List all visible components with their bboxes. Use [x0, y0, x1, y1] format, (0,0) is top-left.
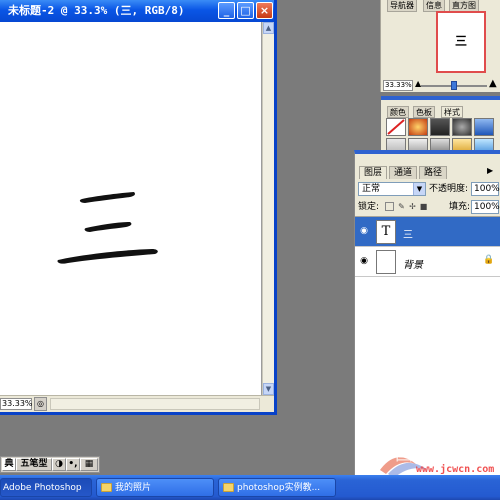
blend-mode-value: 正常 [362, 184, 381, 194]
taskbar-label: photoshop实例教... [237, 483, 321, 493]
punctuation-icon[interactable]: •, [66, 458, 80, 471]
navigator-panel: 导航器 信息 直方图 三 33.33% ▲ ▲ [380, 0, 500, 92]
layer-row-text[interactable]: ◉ T 三 [355, 217, 500, 247]
layer-name: 背景 [403, 260, 423, 271]
tab-channels[interactable]: 通道 [389, 166, 418, 179]
taskbar-photoshop[interactable]: Adobe Photoshop [0, 478, 92, 497]
lock-move-icon[interactable]: ✢ [408, 202, 417, 211]
taskbar-label: 我的照片 [115, 483, 152, 493]
lock-icon: 🔒 [483, 255, 495, 265]
ime-mode-label[interactable]: 五笔型 [16, 458, 52, 471]
style-swatch-icon[interactable] [408, 118, 428, 136]
blend-mode-select[interactable]: 正常 ▼ [358, 182, 426, 196]
eye-icon[interactable]: ◉ [358, 226, 370, 236]
calligraphy-character [57, 192, 158, 264]
tab-styles[interactable]: 样式 [441, 106, 463, 118]
lock-all-icon[interactable]: ■ [419, 202, 428, 211]
canvas[interactable]: 三 [0, 22, 262, 395]
lock-transparent-icon[interactable] [385, 202, 394, 211]
tab-color[interactable]: 颜色 [387, 106, 409, 118]
chevron-down-icon[interactable]: ▼ [413, 183, 425, 195]
folder-icon [223, 483, 234, 492]
tab-swatches[interactable]: 色板 [413, 106, 435, 118]
vertical-scrollbar[interactable]: ▲ ▼ [262, 22, 274, 395]
lock-label: 锁定: [358, 202, 380, 212]
close-button[interactable]: × [256, 2, 273, 19]
navigator-preview[interactable]: 三 [436, 11, 486, 73]
moon-icon[interactable]: ◑ [52, 458, 66, 471]
layer-row-background[interactable]: ◉ 背景 🔒 [355, 247, 500, 277]
fill-field[interactable]: 100% [471, 200, 500, 214]
style-swatch-icon[interactable] [430, 118, 450, 136]
background-layer-thumb [376, 250, 396, 274]
fill-label: 填充: [449, 202, 471, 212]
taskbar-photoshop-tutorial[interactable]: photoshop实例教... [218, 478, 336, 497]
scroll-down-icon[interactable]: ▼ [263, 383, 274, 395]
panel-menu-icon[interactable]: ▶ [487, 166, 493, 175]
layers-panel: 图层 通道 路径 ▶ 正常 ▼ 不透明度: 100% 锁定: ✎ ✢ ■ 填充:… [354, 150, 500, 478]
navigator-zoom-field[interactable]: 33.33% [383, 80, 413, 91]
opacity-label: 不透明度: [429, 184, 469, 194]
text-layer-thumb: T [376, 220, 396, 244]
eye-icon[interactable]: ◉ [358, 256, 370, 266]
zoom-in-icon[interactable]: ▲ [489, 78, 497, 89]
style-swatch-icon[interactable] [474, 118, 494, 136]
opacity-field[interactable]: 100% [471, 182, 500, 196]
status-menu-icon[interactable]: ◎ [34, 397, 47, 411]
scroll-up-icon[interactable]: ▲ [263, 22, 274, 34]
taskbar-my-photos[interactable]: 我的照片 [96, 478, 214, 497]
maximize-button[interactable]: □ [237, 2, 254, 19]
document-window: 未标题-2 @ 33.3% (三, RGB/8) _ □ × 三 ▲ ▼ 33.… [0, 0, 277, 415]
tab-navigator[interactable]: 导航器 [387, 0, 417, 12]
ime-toolbar: 典 五笔型 ◑ •, ▦ [0, 456, 100, 473]
layer-name: 三 [403, 230, 413, 241]
minimize-button[interactable]: _ [218, 2, 235, 19]
style-swatch-icon[interactable] [452, 118, 472, 136]
tab-layers[interactable]: 图层 [359, 166, 388, 179]
lock-brush-icon[interactable]: ✎ [397, 202, 406, 211]
tab-paths[interactable]: 路径 [419, 166, 448, 179]
horizontal-scrollbar[interactable] [50, 398, 260, 410]
zoom-slider-thumb[interactable] [451, 81, 457, 90]
layers-list: ◉ T 三 ◉ 背景 🔒 [355, 216, 500, 478]
style-none-icon[interactable] [386, 118, 406, 136]
styles-panel: 颜色 色板 样式 [381, 96, 500, 156]
zoom-field[interactable]: 33.33% [0, 398, 33, 410]
ime-logo-icon[interactable]: 典 [2, 458, 16, 471]
folder-icon [101, 483, 112, 492]
keyboard-icon[interactable]: ▦ [80, 458, 98, 471]
document-status-bar: 33.33% ◎ [0, 395, 274, 412]
taskbar: Adobe Photoshop 我的照片 photoshop实例教... [0, 475, 500, 500]
